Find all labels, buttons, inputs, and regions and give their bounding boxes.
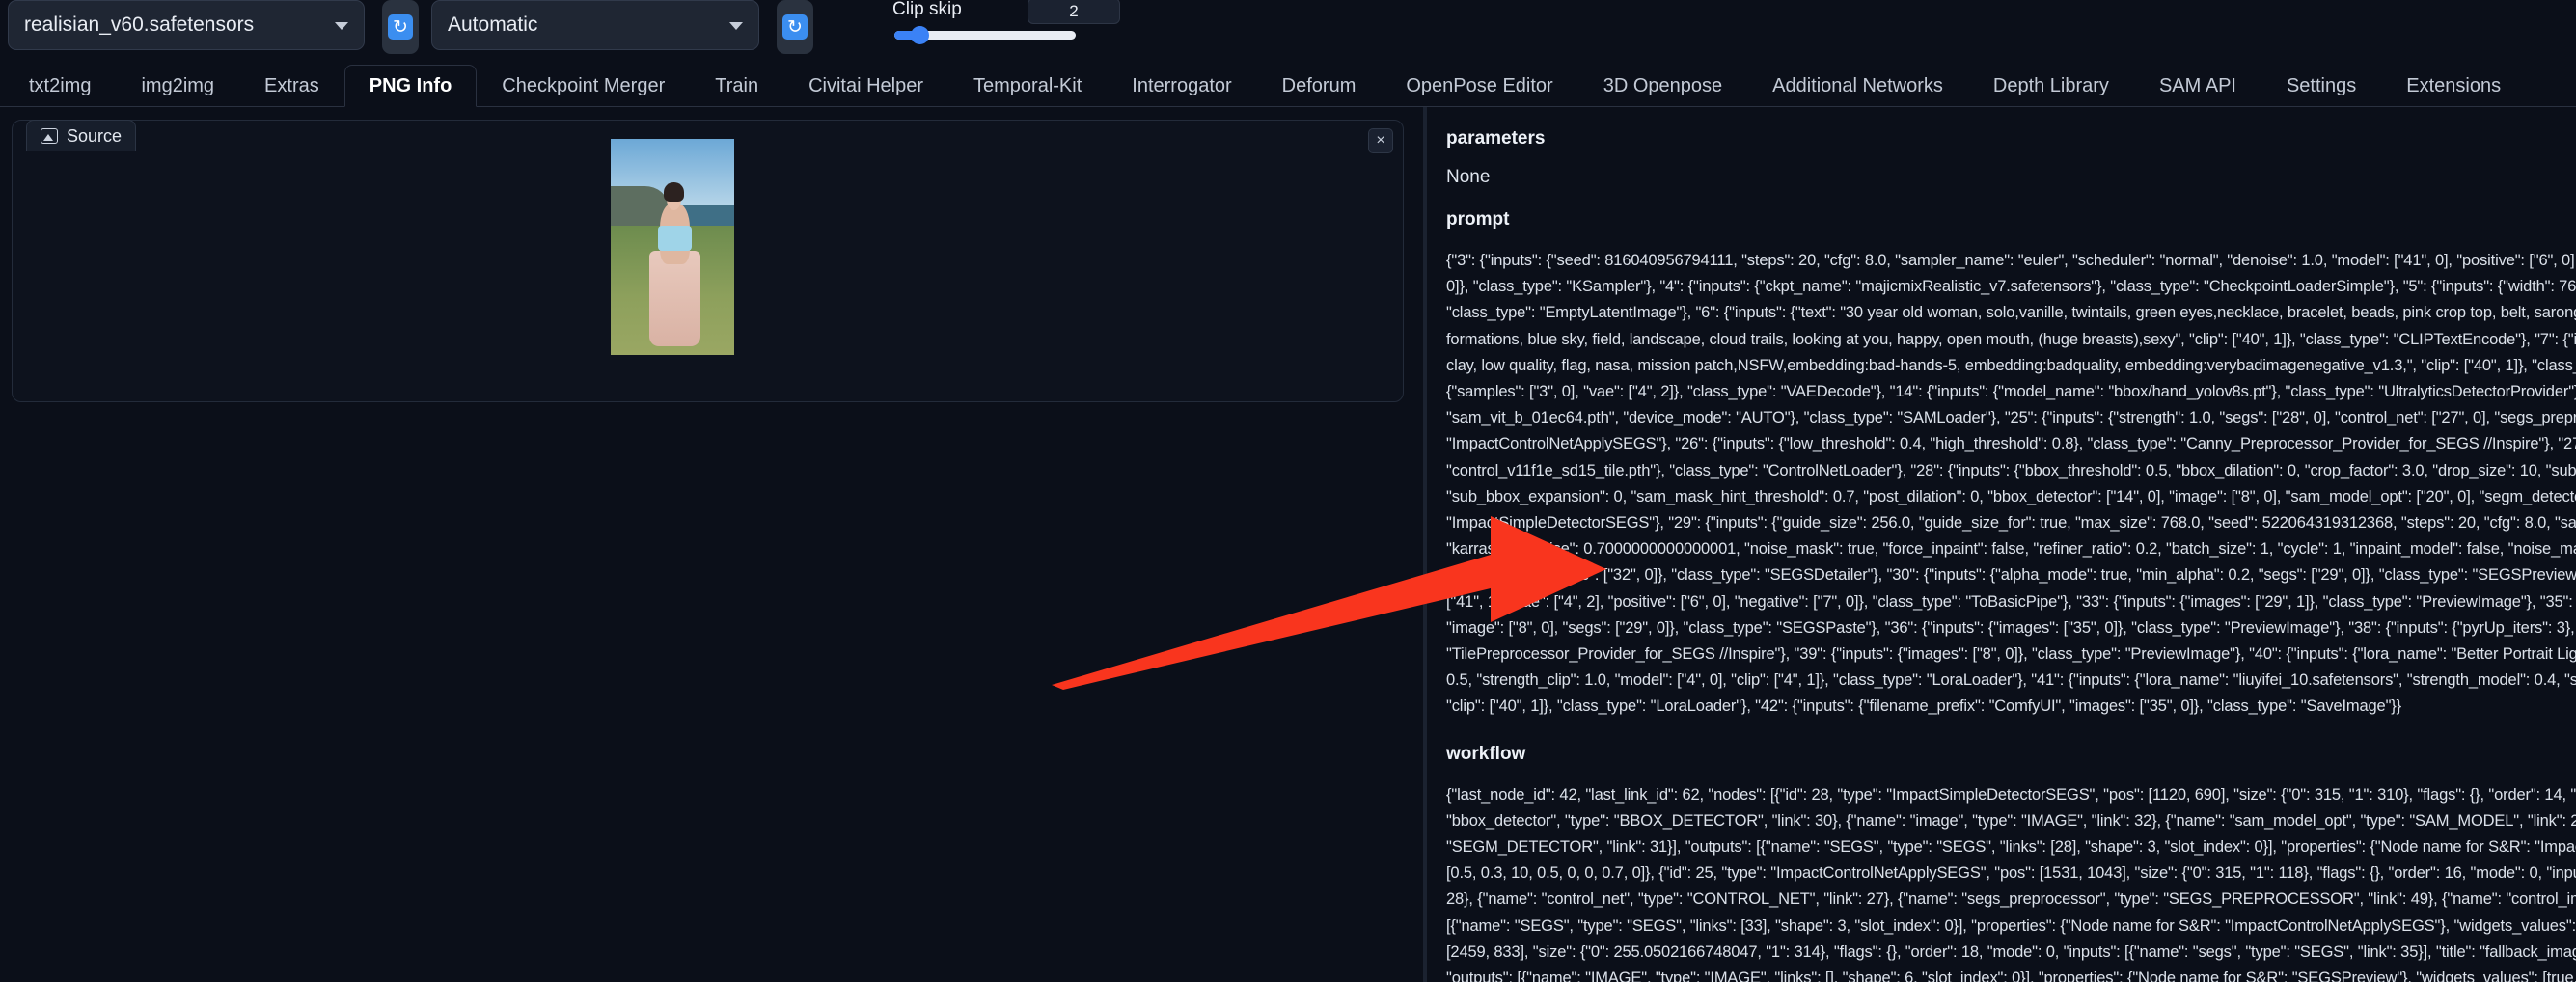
prompt-json-line: "clip": ["40", 1]}, "class_type": "LoraL…	[1446, 697, 2402, 716]
tab-label: PNG Info	[369, 74, 452, 96]
clip-skip-slider[interactable]	[894, 26, 1076, 44]
prompt-json-line: "control_v11f1e_sd15_tile.pth"}, "class_…	[1446, 461, 2576, 479]
prompt-json-line: "karras", "denoise": 0.7000000000000001,…	[1446, 540, 2576, 559]
workflow-json-line: [{"name": "SEGS", "type": "SEGS", "links…	[1446, 916, 2576, 935]
workflow-json-line: {"last_node_id": 42, "last_link_id": 62,…	[1446, 785, 2576, 804]
prompt-json-block[interactable]: {"3": {"inputs": {"seed": 81604095679411…	[1446, 248, 2576, 721]
workflow-heading: workflow	[1446, 743, 1526, 764]
parameters-value: None	[1446, 167, 1491, 187]
tab-label: Settings	[2286, 75, 2357, 96]
refresh-icon: ↻	[388, 14, 413, 40]
prompt-json-line: {"samples": ["3", 0], "vae": ["4", 2]}, …	[1446, 383, 2576, 401]
tab-checkpoint-merger[interactable]: Checkpoint Merger	[477, 65, 690, 107]
clip-skip-slider-thumb[interactable]	[911, 26, 929, 44]
tab-label: Temporal-Kit	[973, 75, 1082, 96]
vae-value: Automatic	[448, 14, 538, 36]
source-tab[interactable]: Source	[26, 120, 137, 151]
main-tab-bar: txt2img img2img Extras PNG Info Checkpoint M…	[0, 64, 2576, 107]
tab-label: Deforum	[1281, 75, 1357, 96]
prompt-json-line: "ImpactControlNetApplySEGS"}, "26": {"in…	[1446, 435, 2576, 453]
clip-skip-control: Clip skip 2	[892, 0, 1124, 54]
prompt-json-line: clay, low quality, flag, nasa, mission p…	[1446, 356, 2576, 374]
tab-label: Additional Networks	[1772, 75, 1943, 96]
prompt-json-line: 0]}, "class_type": "KSampler"}, "4": {"i…	[1446, 278, 2576, 296]
tab-extras[interactable]: Extras	[239, 65, 344, 107]
tab-label: 3D Openpose	[1603, 75, 1723, 96]
preview-subject-skirt	[648, 251, 701, 347]
tab-label: OpenPose Editor	[1406, 75, 1553, 96]
prompt-json-line: "TilePreprocessor_Provider_for_SEGS //In…	[1446, 645, 2576, 664]
workflow-json-block[interactable]: {"last_node_id": 42, "last_link_id": 62,…	[1446, 782, 2576, 982]
tab-depth-library[interactable]: Depth Library	[1968, 65, 2134, 107]
prompt-json-line: "sam_vit_b_01ec64.pth", "device_mode": "…	[1446, 409, 2576, 427]
checkpoint-model-select[interactable]: realisian_v60.safetensors	[8, 0, 365, 50]
prompt-heading: prompt	[1446, 209, 1510, 230]
workflow-json-line: 28}, {"name": "control_net", "type": "CO…	[1446, 890, 2576, 909]
tab-temporal-kit[interactable]: Temporal-Kit	[948, 65, 1107, 107]
tab-label: Civitai Helper	[808, 75, 924, 96]
preview-subject-top	[657, 225, 693, 252]
tab-label: txt2img	[29, 75, 92, 96]
clip-skip-value-input[interactable]: 2	[1028, 0, 1120, 24]
prompt-json-line: ["41", 1], "vae": ["4", 2], "positive": …	[1446, 592, 2576, 611]
source-image-panel: Source ×	[12, 120, 1404, 402]
tab-extensions[interactable]: Extensions	[2381, 65, 2526, 107]
refresh-checkpoint-button[interactable]: ↻	[382, 0, 419, 54]
tab-deforum[interactable]: Deforum	[1257, 65, 1382, 107]
refresh-icon: ↻	[782, 14, 808, 40]
workflow-json-line: "outputs": [{"name": "IMAGE", "type": "I…	[1446, 969, 2576, 982]
tab-settings[interactable]: Settings	[2261, 65, 2381, 107]
tab-sam-api[interactable]: SAM API	[2134, 65, 2261, 107]
tab-label: Depth Library	[1992, 75, 2109, 96]
vae-select[interactable]: Automatic	[431, 0, 759, 50]
prompt-json-line: "ImpactSimpleDetectorSEGS"}, "29": {"inp…	[1446, 514, 2576, 532]
tab-label: Interrogator	[1132, 75, 1232, 96]
main-content: Source × parameters None prompt {"3": {"…	[0, 107, 2576, 982]
tab-train[interactable]: Train	[690, 65, 783, 107]
workflow-json-line: [2459, 833], "size": {"0": 255.050216674…	[1446, 942, 2576, 961]
top-toolbar: realisian_v60.safetensors ↻ Automatic ↻ …	[0, 0, 2576, 56]
preview-subject-hair	[664, 181, 684, 202]
left-pane: Source ×	[0, 107, 1423, 982]
close-icon[interactable]: ×	[1368, 128, 1393, 153]
source-tab-label: Source	[67, 125, 123, 146]
prompt-json-line: {"3": {"inputs": {"seed": 81604095679411…	[1446, 252, 2576, 269]
chevron-down-icon	[729, 22, 743, 30]
workflow-json-line: "bbox_detector", "type": "BBOX_DETECTOR"…	[1446, 811, 2576, 830]
prompt-json-line: "image": ["8", 0], "segs": ["29", 0]}, "…	[1446, 618, 2576, 637]
tab-label: img2img	[141, 75, 215, 96]
tab-3d-openpose[interactable]: 3D Openpose	[1578, 65, 1747, 107]
prompt-json-line: "sub_bbox_expansion": 0, "sam_mask_hint_…	[1446, 487, 2576, 505]
parameters-heading: parameters	[1446, 128, 1546, 149]
checkpoint-model-value: realisian_v60.safetensors	[24, 14, 255, 36]
refresh-vae-button[interactable]: ↻	[777, 0, 813, 54]
prompt-json-line: formations, blue sky, field, landscape, …	[1446, 330, 2576, 348]
chevron-down-icon	[335, 22, 348, 30]
source-preview-image[interactable]	[611, 139, 734, 355]
tab-label: SAM API	[2158, 75, 2236, 96]
right-pane: parameters None prompt {"3": {"inputs": …	[1427, 107, 2576, 982]
image-icon	[41, 128, 58, 144]
tab-interrogator[interactable]: Interrogator	[1107, 65, 1256, 107]
tab-label: Train	[715, 75, 759, 96]
tab-txt2img[interactable]: txt2img	[4, 65, 116, 107]
clip-skip-label: Clip skip	[892, 0, 962, 19]
tab-img2img[interactable]: img2img	[116, 65, 239, 107]
tab-label: Checkpoint Merger	[502, 75, 666, 96]
tab-label: Extras	[264, 75, 319, 96]
workflow-json-line: "SEGM_DETECTOR", "link": 31}], "outputs"…	[1446, 838, 2576, 857]
prompt-json-line: ["25", 0], "basic_pipe": ["32", 0]}, "cl…	[1446, 566, 2576, 585]
tab-civitai-helper[interactable]: Civitai Helper	[783, 65, 948, 107]
tab-png-info[interactable]: PNG Info	[343, 65, 478, 107]
workflow-json-line: [0.5, 0.3, 10, 0.5, 0, 0, 0.7, 0]}, {"id…	[1446, 864, 2576, 883]
tab-label: Extensions	[2406, 75, 2502, 96]
tab-openpose-editor[interactable]: OpenPose Editor	[1381, 65, 1577, 107]
prompt-json-line: 0.5, "strength_clip": 1.0, "model": ["4"…	[1446, 671, 2576, 690]
tab-additional-networks[interactable]: Additional Networks	[1747, 65, 1968, 107]
prompt-json-line: "class_type": "EmptyLatentImage"}, "6": …	[1446, 304, 2576, 322]
png-info-output: parameters None prompt {"3": {"inputs": …	[1427, 107, 2576, 982]
